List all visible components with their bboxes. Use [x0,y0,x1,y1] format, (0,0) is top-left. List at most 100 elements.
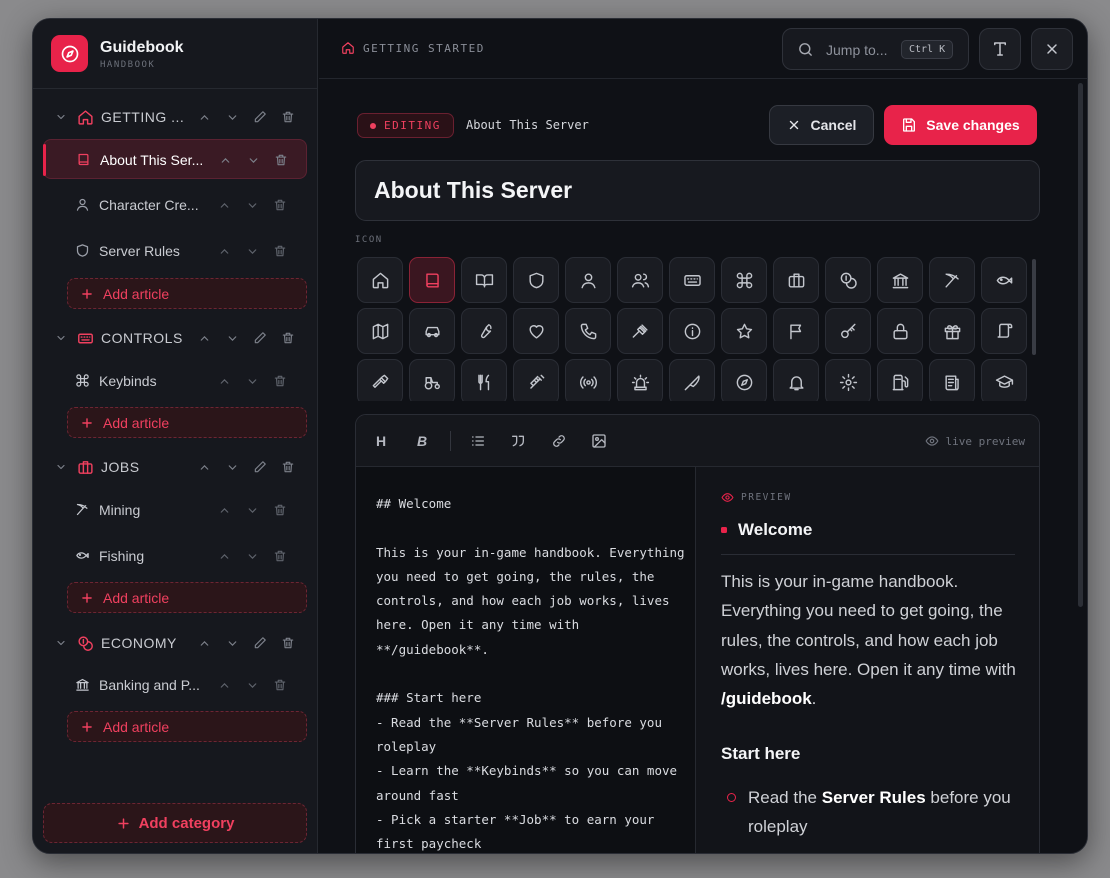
icon-option-utensils-icon[interactable] [461,359,507,401]
chevron-down-icon[interactable] [55,637,67,649]
chevron-up-icon[interactable] [210,502,238,518]
chevron-up-icon[interactable] [190,635,218,651]
chevron-down-icon[interactable] [239,152,267,168]
chevron-down-icon[interactable] [55,111,67,123]
icon-option-compass-icon[interactable] [721,359,767,401]
chevron-down-icon[interactable] [218,109,246,125]
icon-option-fuel-icon[interactable] [877,359,923,401]
chevron-up-icon[interactable] [190,459,218,475]
chevron-down-icon[interactable] [218,459,246,475]
trash-icon[interactable] [266,197,294,213]
chevron-up-icon[interactable] [210,197,238,213]
trash-icon[interactable] [274,635,302,651]
category-economy[interactable]: ECONOMY [43,624,307,662]
chevron-up-icon[interactable] [190,330,218,346]
sidebar-article-character[interactable]: Character Cre... [43,185,307,225]
quote-icon[interactable] [510,433,526,449]
icon-option-book-icon[interactable] [409,257,455,303]
icon-option-tractor-icon[interactable] [409,359,455,401]
chevron-down-icon[interactable] [218,330,246,346]
category-getting-started[interactable]: GETTING ... [43,98,307,136]
markdown-source-pane[interactable]: ## Welcome This is your in-game handbook… [356,467,696,853]
pencil-icon[interactable] [246,635,274,651]
chevron-down-icon[interactable] [238,373,266,389]
icon-option-info-icon[interactable] [669,308,715,354]
icon-option-coins-icon[interactable] [825,257,871,303]
category-controls[interactable]: CONTROLS [43,319,307,357]
add-article-button[interactable]: Add article [67,711,307,742]
pencil-icon[interactable] [246,109,274,125]
icon-option-map-icon[interactable] [357,308,403,354]
icon-option-siren-icon[interactable] [617,359,663,401]
icon-option-radio-icon[interactable] [565,359,611,401]
icon-option-bell-icon[interactable] [773,359,819,401]
icon-option-gift-icon[interactable] [929,308,975,354]
chevron-down-icon[interactable] [238,197,266,213]
icon-grid-scrollbar[interactable] [1032,259,1036,355]
icon-option-knife-icon[interactable] [669,359,715,401]
icon-option-shield-icon[interactable] [513,257,559,303]
add-category-button[interactable]: Add category [43,803,307,843]
chevron-up-icon[interactable] [210,677,238,693]
chevron-down-icon[interactable] [55,332,67,344]
icon-option-car-icon[interactable] [409,308,455,354]
icon-option-syringe-icon[interactable] [513,359,559,401]
image-icon[interactable] [591,433,607,449]
jump-to-search[interactable]: Jump to... Ctrl K [782,28,969,70]
pencil-icon[interactable] [246,459,274,475]
icon-option-key-icon[interactable] [825,308,871,354]
icon-option-scroll-icon[interactable] [981,308,1027,354]
chevron-up-icon[interactable] [211,152,239,168]
trash-icon[interactable] [274,330,302,346]
add-article-button[interactable]: Add article [67,407,307,438]
add-article-button[interactable]: Add article [67,278,307,309]
link-icon[interactable] [551,433,567,449]
icon-option-newspaper-icon[interactable] [929,359,975,401]
chevron-up-icon[interactable] [210,243,238,259]
chevron-down-icon[interactable] [238,548,266,564]
icon-option-star-icon[interactable] [721,308,767,354]
trash-icon[interactable] [266,677,294,693]
chevron-down-icon[interactable] [238,677,266,693]
trash-icon[interactable] [267,152,295,168]
icon-option-gavel-icon[interactable] [617,308,663,354]
article-title-input[interactable] [355,160,1040,221]
sidebar-article-fishing[interactable]: Fishing [43,536,307,576]
icon-option-keyboard-icon[interactable] [669,257,715,303]
bold-button[interactable]: B [417,433,427,449]
close-button[interactable] [1031,28,1073,70]
icon-option-graduation-cap-icon[interactable] [981,359,1027,401]
icon-option-book-open-icon[interactable] [461,257,507,303]
save-changes-button[interactable]: Save changes [884,105,1037,145]
sidebar-article-mining[interactable]: Mining [43,490,307,530]
icon-option-user-icon[interactable] [565,257,611,303]
category-jobs[interactable]: JOBS [43,448,307,486]
chevron-down-icon[interactable] [218,635,246,651]
icon-option-command-icon[interactable] [721,257,767,303]
chevron-down-icon[interactable] [55,461,67,473]
icon-option-hammer-icon[interactable] [357,359,403,401]
trash-icon[interactable] [266,548,294,564]
icon-option-pickaxe-icon[interactable] [929,257,975,303]
chevron-down-icon[interactable] [238,243,266,259]
trash-icon[interactable] [274,459,302,475]
add-article-button[interactable]: Add article [67,582,307,613]
icon-option-bank-icon[interactable] [877,257,923,303]
trash-icon[interactable] [266,502,294,518]
icon-option-heart-icon[interactable] [513,308,559,354]
icon-option-gear-icon[interactable] [825,359,871,401]
chevron-up-icon[interactable] [210,373,238,389]
sidebar-article-banking[interactable]: Banking and P... [43,665,307,705]
trash-icon[interactable] [274,109,302,125]
sidebar-article-rules[interactable]: Server Rules [43,231,307,271]
chevron-up-icon[interactable] [210,548,238,564]
main-scrollbar[interactable] [1078,83,1083,607]
heading-button[interactable]: H [376,433,386,449]
markdown-source-text[interactable]: ## Welcome This is your in-game handbook… [376,492,686,853]
icon-option-phone-icon[interactable] [565,308,611,354]
icon-option-fish-icon[interactable] [981,257,1027,303]
trash-icon[interactable] [266,243,294,259]
icon-option-lock-icon[interactable] [877,308,923,354]
pencil-icon[interactable] [246,330,274,346]
chevron-up-icon[interactable] [190,109,218,125]
